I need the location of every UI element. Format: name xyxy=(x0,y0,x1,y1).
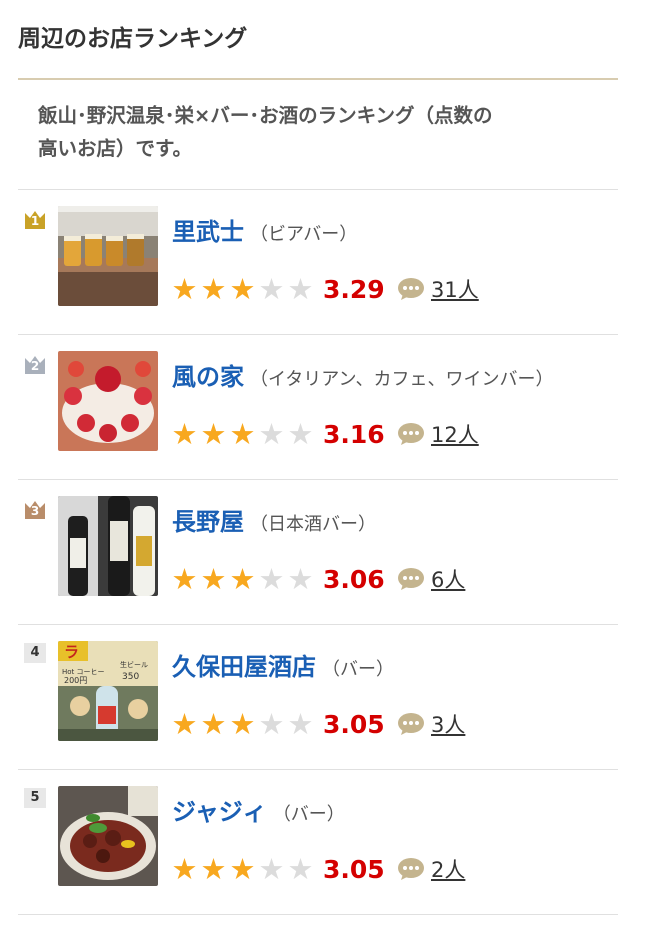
review-count-link[interactable]: 12人 xyxy=(397,419,479,449)
star-filled-icon: ★ xyxy=(200,417,227,451)
star-rating: ★ ★ ★ ★ ★ xyxy=(170,709,315,739)
ranking-row[interactable]: 1 里武士 （ビアバー） ★ ★ ★ ★ ★ 3.29 31人 xyxy=(18,190,618,335)
review-count-link[interactable]: 31人 xyxy=(397,274,479,304)
star-rating: ★ ★ ★ ★ ★ xyxy=(170,854,315,884)
comment-icon xyxy=(398,858,424,880)
svg-text:ラ: ラ xyxy=(64,643,79,661)
ranking-widget: 周辺のお店ランキング 飯山･野沢温泉･栄×バー･お酒のランキング（点数の 高いお… xyxy=(18,0,618,915)
star-rating: ★ ★ ★ ★ ★ xyxy=(170,564,315,594)
ranking-row[interactable]: 3 長野屋 （日本酒バー） ★ ★ ★ ★ ★ 3.06 6人 xyxy=(18,480,618,625)
rating-score: 3.16 xyxy=(323,419,385,449)
svg-text:生ビール: 生ビール xyxy=(120,660,148,669)
rating-score: 3.05 xyxy=(323,709,385,739)
shop-name-link[interactable]: ジャジィ xyxy=(172,798,267,826)
shop-thumbnail[interactable] xyxy=(58,496,158,596)
shop-genre: （ビアバー） xyxy=(250,224,358,245)
shop-genre: （日本酒バー） xyxy=(250,514,376,535)
star-empty-icon: ★ xyxy=(258,417,285,451)
shop-name-link[interactable]: 風の家 xyxy=(172,363,244,391)
star-filled-icon: ★ xyxy=(200,562,227,596)
shop-genre: （イタリアン、カフェ、ワインバー） xyxy=(250,369,554,390)
shop-thumbnail[interactable]: ラ Hot コーヒー 200円 生ビール 350 xyxy=(58,641,158,741)
star-empty-icon: ★ xyxy=(258,562,285,596)
star-filled-icon: ★ xyxy=(171,272,198,306)
shop-name-link[interactable]: 長野屋 xyxy=(172,508,244,536)
comment-icon xyxy=(398,278,424,300)
rank-number: 1 xyxy=(30,214,40,228)
star-filled-icon: ★ xyxy=(229,852,256,886)
star-filled-icon: ★ xyxy=(229,272,256,306)
star-filled-icon: ★ xyxy=(229,707,256,741)
star-rating: ★ ★ ★ ★ ★ xyxy=(170,274,315,304)
star-filled-icon: ★ xyxy=(200,852,227,886)
rank-number: 3 xyxy=(30,504,40,518)
shop-name-link[interactable]: 里武士 xyxy=(172,218,244,246)
rating-score: 3.06 xyxy=(323,564,385,594)
ranking-description: 飯山･野沢温泉･栄×バー･お酒のランキング（点数の 高いお店）です。 xyxy=(18,80,618,190)
star-empty-icon: ★ xyxy=(258,707,285,741)
svg-text:350: 350 xyxy=(122,672,139,682)
star-filled-icon: ★ xyxy=(171,417,198,451)
star-filled-icon: ★ xyxy=(171,707,198,741)
star-empty-icon: ★ xyxy=(287,852,314,886)
shop-genre: （バー） xyxy=(322,659,394,680)
star-empty-icon: ★ xyxy=(287,707,314,741)
review-count-link[interactable]: 6人 xyxy=(397,564,465,594)
shop-genre: （バー） xyxy=(272,804,345,825)
comment-icon xyxy=(398,568,424,590)
star-filled-icon: ★ xyxy=(229,417,256,451)
comment-icon xyxy=(398,423,424,445)
section-heading: 周辺のお店ランキング xyxy=(18,0,618,80)
star-empty-icon: ★ xyxy=(258,272,285,306)
star-filled-icon: ★ xyxy=(200,707,227,741)
rank-number: 2 xyxy=(30,359,40,373)
star-empty-icon: ★ xyxy=(287,272,314,306)
svg-text:Hot コーヒー: Hot コーヒー xyxy=(62,668,105,676)
review-count-link[interactable]: 3人 xyxy=(397,709,465,739)
svg-text:200円: 200円 xyxy=(64,676,87,685)
star-empty-icon: ★ xyxy=(287,562,314,596)
star-filled-icon: ★ xyxy=(229,562,256,596)
rating-score: 3.05 xyxy=(323,854,385,884)
rating-score: 3.29 xyxy=(323,274,385,304)
star-empty-icon: ★ xyxy=(287,417,314,451)
ranking-row[interactable]: 4 ラ Hot コーヒー 200円 生ビール 350 久保田屋酒店 （バー） ★… xyxy=(18,625,618,770)
shop-thumbnail[interactable] xyxy=(58,206,158,306)
star-filled-icon: ★ xyxy=(171,562,198,596)
star-filled-icon: ★ xyxy=(171,852,198,886)
star-rating: ★ ★ ★ ★ ★ xyxy=(170,419,315,449)
shop-name-link[interactable]: 久保田屋酒店 xyxy=(172,653,316,681)
comment-icon xyxy=(398,713,424,735)
ranking-row[interactable]: 2 風の家 （イタリアン、カフェ、ワインバー） ★ ★ ★ ★ ★ 3.16 1… xyxy=(18,335,618,480)
shop-thumbnail[interactable] xyxy=(58,351,158,451)
shop-thumbnail[interactable] xyxy=(58,786,158,886)
rank-number: 4 xyxy=(24,643,46,663)
rank-number: 5 xyxy=(24,788,46,808)
star-filled-icon: ★ xyxy=(200,272,227,306)
star-empty-icon: ★ xyxy=(258,852,285,886)
ranking-row[interactable]: 5 ジャジィ （バー） ★ ★ ★ ★ ★ 3.05 2人 xyxy=(18,770,618,915)
review-count-link[interactable]: 2人 xyxy=(397,854,465,884)
